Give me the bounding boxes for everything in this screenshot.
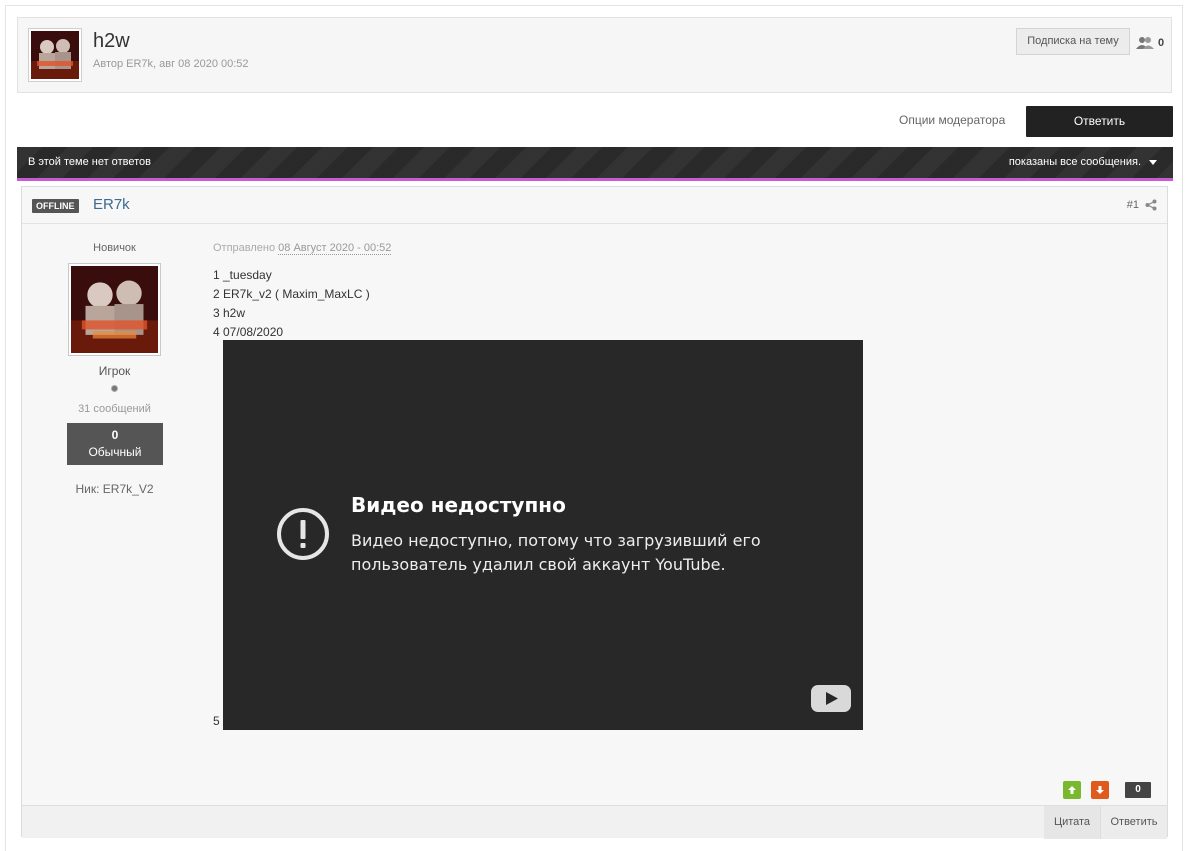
followers-icon	[1136, 37, 1154, 49]
post-count: 31 сообщений	[78, 403, 151, 415]
topic-header: h2w Автор ER7k, авг 08 2020 00:52 Подпис…	[17, 17, 1172, 93]
followers-count[interactable]: 0	[1136, 36, 1164, 50]
no-replies-text: В этой теме нет ответов	[28, 156, 151, 168]
rank-title: Новичок	[93, 242, 136, 254]
subscribe-button[interactable]: Подписка на тему	[1016, 28, 1130, 55]
reputation-controls: 0	[1063, 781, 1151, 799]
topic-meta: Автор ER7k, авг 08 2020 00:52	[93, 58, 249, 70]
post-line: 2 ER7k_v2 ( Maxim_MaxLC )	[213, 287, 370, 301]
caret-down-icon	[1149, 159, 1157, 165]
followers-count-value: 0	[1158, 37, 1165, 49]
posted-date[interactable]: 08 Август 2020 - 00:52	[278, 242, 392, 255]
reputation-value: 0	[111, 428, 119, 442]
bar-pattern	[17, 147, 1173, 178]
video-embed[interactable]: Видео недоступно Видео недоступно, потом…	[223, 340, 863, 730]
author-avatar[interactable]	[68, 263, 161, 356]
nickname-value: ER7k_V2	[102, 482, 154, 496]
post-reply-button[interactable]: Ответить	[1100, 806, 1167, 839]
reputation-label: Обычный	[88, 445, 142, 459]
quote-button[interactable]: Цитата	[1044, 806, 1100, 839]
topic-bar: В этой теме нет ответов показаны все соо…	[17, 147, 1173, 181]
show-posts-label: показаны все сообщения.	[1008, 156, 1141, 168]
post-reputation-count: 0	[1125, 782, 1151, 798]
moderator-options-link[interactable]: Опции модератора	[899, 113, 1005, 127]
alert-icon	[277, 508, 329, 560]
post-header: OFFLINE ER7k #1	[22, 187, 1167, 224]
rank-pip	[111, 385, 118, 392]
share-icon	[1145, 199, 1157, 211]
vote-down-button[interactable]	[1091, 781, 1109, 799]
arrow-down-icon	[1096, 786, 1104, 794]
post-line: 3 h2w	[213, 306, 246, 320]
post-number: #1	[1126, 199, 1139, 211]
video-error-title: Видео недоступно	[351, 493, 566, 517]
nickname: Ник: ER7k_V2	[22, 482, 207, 496]
topic-author-avatar[interactable]	[28, 28, 82, 82]
post-line: 1 _tuesday	[213, 268, 272, 282]
post-author-link[interactable]: ER7k	[93, 196, 130, 213]
topic-title: h2w	[93, 30, 130, 52]
vote-up-button[interactable]	[1063, 781, 1081, 799]
status-badge: OFFLINE	[32, 199, 79, 213]
show-posts-filter[interactable]: показаны все сообщения.	[1009, 156, 1157, 168]
arrow-up-icon	[1068, 786, 1076, 794]
page: h2w Автор ER7k, авг 08 2020 00:52 Подпис…	[5, 5, 1183, 851]
nickname-label: Ник:	[75, 482, 100, 496]
reputation-box: 0 Обычный	[67, 423, 163, 465]
post-number-link[interactable]: #1	[1127, 199, 1157, 211]
posted-prefix: Отправлено	[213, 242, 276, 254]
reply-button[interactable]: Ответить	[1026, 106, 1173, 137]
video-error-message: Видео недоступно, потому что загрузивший…	[351, 531, 761, 574]
avatar-image	[71, 266, 158, 353]
group-name: Игрок	[98, 364, 131, 378]
avatar-image	[31, 31, 79, 79]
post-text: 1 _tuesday 2 ER7k_v2 ( Maxim_MaxLC ) 3 h…	[213, 266, 370, 342]
posted-on: Отправлено 08 Август 2020 - 00:52	[213, 242, 392, 255]
post: OFFLINE ER7k #1 Новичок Игрок 31 сообщен…	[21, 186, 1168, 839]
post-line: 5	[213, 714, 220, 728]
youtube-play-icon[interactable]	[811, 685, 851, 712]
post-footer: Цитата Ответить	[22, 805, 1167, 839]
